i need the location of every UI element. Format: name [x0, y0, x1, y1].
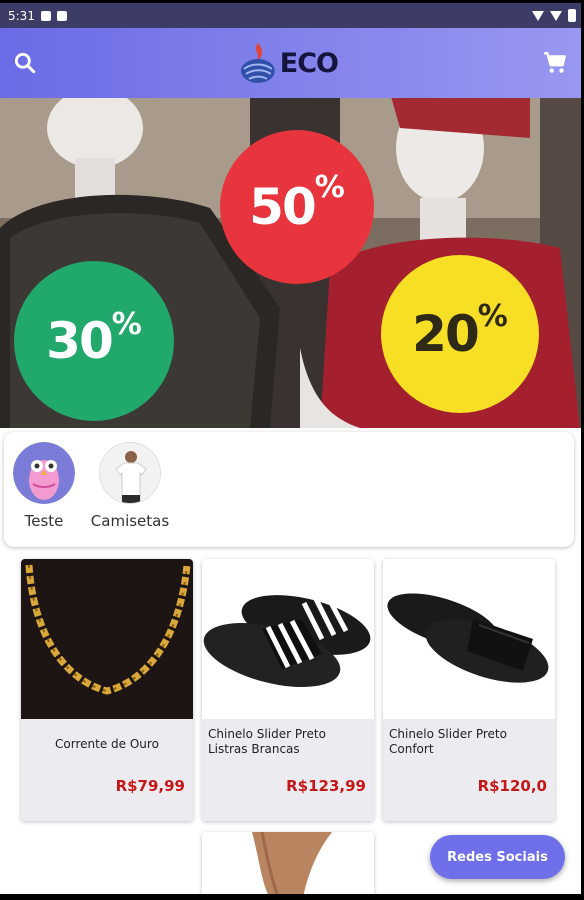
product-name: Chinelo Slider Preto Listras Brancas — [208, 727, 326, 756]
device-frame-bottom — [0, 894, 584, 900]
categories-card: Teste Camisetas — [4, 432, 574, 547]
status-bar-left: 5:31 — [8, 9, 67, 23]
discount-badge-30: 30% — [14, 261, 174, 421]
product-price: R$120,0 — [477, 777, 547, 795]
category-camisetas[interactable]: Camisetas — [84, 442, 176, 530]
product-name: Corrente de Ouro — [55, 737, 159, 751]
shopping-cart-icon[interactable] — [542, 50, 568, 76]
product-price: R$123,99 — [286, 777, 366, 795]
status-time: 5:31 — [8, 8, 35, 23]
product-image — [383, 559, 555, 719]
status-bar: 5:31 — [0, 0, 584, 28]
product-card[interactable]: Chinelo Slider Preto Listras Brancas R$1… — [202, 559, 374, 821]
battery-icon — [568, 9, 576, 22]
product-card[interactable] — [202, 832, 374, 900]
product-name: Chinelo Slider Preto Confort — [389, 727, 507, 756]
product-info: Chinelo Slider Preto Listras Brancas R$1… — [202, 719, 374, 821]
product-price: R$79,99 — [115, 777, 185, 795]
search-icon[interactable] — [12, 50, 38, 76]
notification-icon — [56, 10, 67, 21]
discount-value: 30 — [46, 312, 114, 370]
category-label: Camisetas — [90, 512, 170, 530]
product-card[interactable]: Corrente de Ouro R$79,99 — [21, 559, 193, 821]
product-info: Corrente de Ouro R$79,99 — [21, 719, 193, 821]
app-logo[interactable]: ECO — [238, 40, 339, 86]
social-networks-button[interactable]: Redes Sociais — [430, 835, 565, 879]
product-card[interactable]: Chinelo Slider Preto Confort R$120,0 — [383, 559, 555, 821]
category-teste[interactable]: Teste — [12, 442, 76, 530]
discount-badge-50: 50% — [220, 130, 374, 284]
signal-icon — [550, 10, 562, 21]
discount-value: 50 — [249, 178, 317, 236]
discount-percent-sign: % — [111, 307, 142, 342]
logo-flame-icon — [240, 43, 275, 83]
app-bar: ECO — [0, 28, 584, 98]
product-image — [202, 832, 374, 900]
wifi-icon — [532, 10, 544, 21]
status-bar-right — [532, 9, 576, 22]
category-avatar — [13, 442, 75, 504]
logo-text: ECO — [279, 47, 339, 79]
product-info: Chinelo Slider Preto Confort R$120,0 — [383, 719, 555, 821]
promo-banner[interactable]: 50% 30% 20% — [0, 98, 584, 428]
category-avatar — [99, 442, 161, 504]
product-image — [202, 559, 374, 719]
sim-icon — [40, 10, 51, 21]
discount-percent-sign: % — [477, 299, 508, 334]
discount-value: 20 — [412, 305, 480, 363]
discount-badge-20: 20% — [381, 255, 539, 413]
category-label: Teste — [24, 512, 64, 530]
product-image — [21, 559, 193, 719]
discount-percent-sign: % — [314, 170, 345, 205]
